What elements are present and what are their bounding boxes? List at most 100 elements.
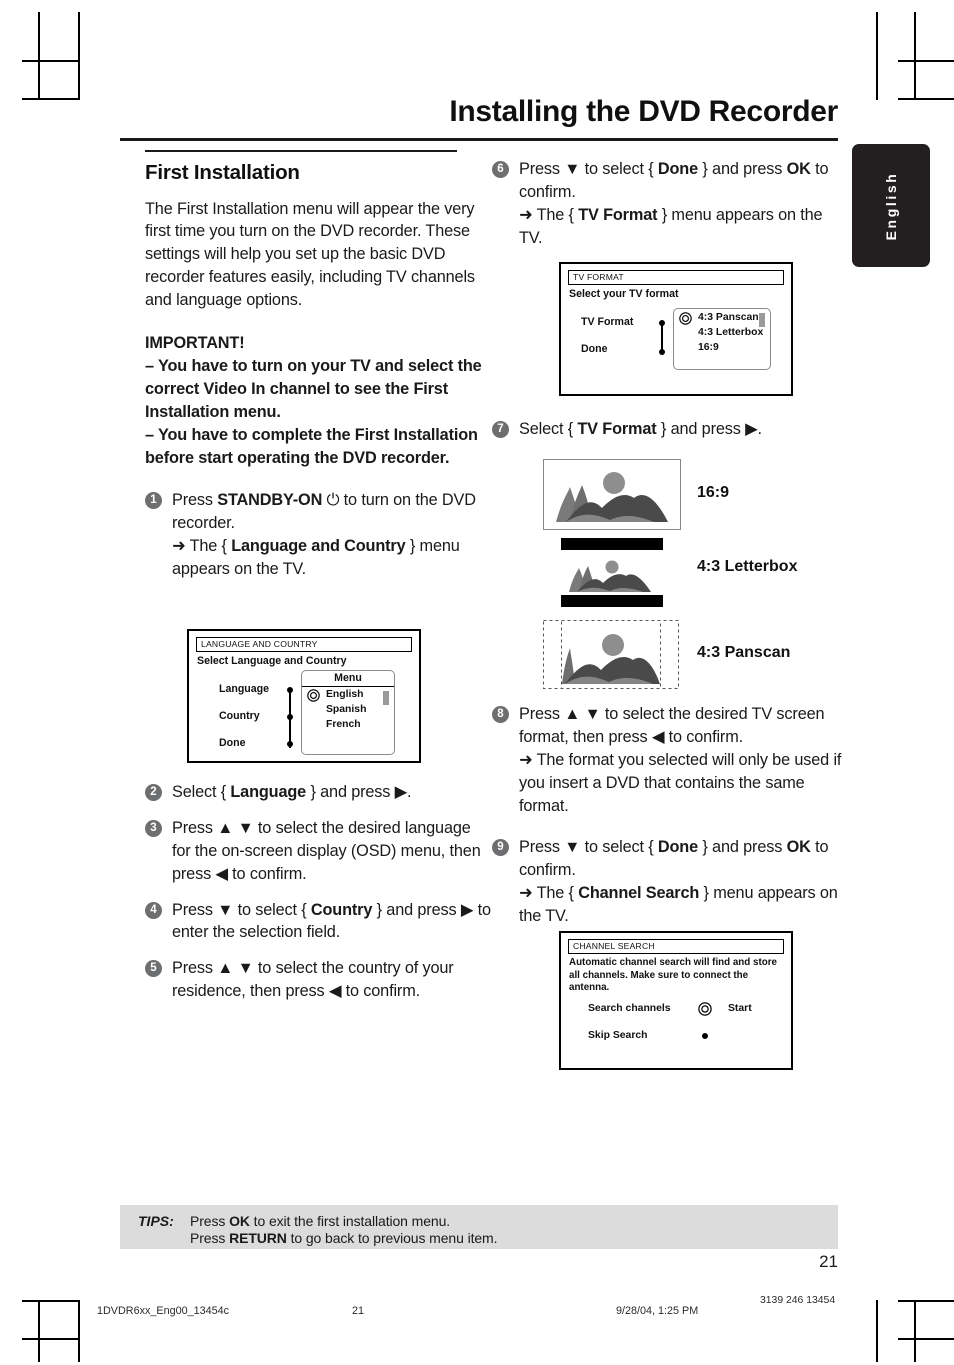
- osd-row-search-channels: Search channels: [588, 1003, 671, 1014]
- tv-format-label-widescreen: 16:9: [697, 484, 730, 501]
- osd-option-english: English: [302, 687, 394, 702]
- osd-option-spanish-label: Spanish: [326, 704, 367, 715]
- osd-row-search-channels-value: Start: [728, 1003, 752, 1014]
- osd-language-country-subtitle: Select Language and Country: [197, 655, 347, 667]
- step-1: 1 Press STANDBY-ON ⏻ to turn on the DVD …: [145, 489, 493, 581]
- print-footer-date: 9/28/04, 1:25 PM: [616, 1305, 699, 1317]
- step-5-text: Press ▲ ▼ to select the country of your …: [172, 959, 454, 1001]
- osd-tv-format-rows: TV Format Done: [581, 316, 633, 370]
- osd-option-panscan-label: 4:3 Panscan: [698, 312, 759, 323]
- important-note-2: – You have to complete the First Install…: [145, 425, 478, 467]
- tv-format-illustration-panscan: [543, 620, 679, 689]
- page-title: Installing the DVD Recorder: [449, 95, 838, 128]
- step-1-keyword: STANDBY-ON: [217, 491, 323, 510]
- step-6-keyword-2: OK: [786, 160, 811, 178]
- osd-row-language: Language: [219, 683, 270, 695]
- step-number-badge: 3: [145, 819, 162, 837]
- osd-option-letterbox: 4:3 Letterbox: [674, 325, 770, 340]
- right-column-steps-8-9: 8 Press ▲ ▼ to select the desired TV scr…: [492, 703, 844, 941]
- osd-row-skip-search: Skip Search: [588, 1030, 648, 1041]
- step-8: 8 Press ▲ ▼ to select the desired TV scr…: [492, 703, 844, 817]
- osd-tv-format-subtitle: Select your TV format: [569, 288, 679, 300]
- language-tab-label: English: [883, 171, 899, 240]
- osd-row-tv-format: TV Format: [581, 316, 634, 328]
- osd-bullet-done: [286, 741, 293, 747]
- step-7-text-pre: Select {: [519, 420, 578, 438]
- step-number-badge: 7: [492, 421, 509, 438]
- step-6: 6 Press ▼ to select { Done } and press O…: [492, 158, 844, 250]
- step-number-badge: 8: [492, 706, 509, 723]
- step-number-badge: 2: [145, 784, 162, 801]
- tv-format-illustration-widescreen: [543, 459, 681, 530]
- osd-row-done: Done: [219, 737, 246, 749]
- step-9-keyword: Done: [657, 838, 699, 857]
- osd-option-french-label: French: [326, 719, 361, 730]
- osd-option-english-label: English: [326, 689, 364, 700]
- step-9: 9 Press ▼ to select { Done } and press O…: [492, 836, 844, 928]
- osd-bullet-tv-format: [658, 320, 665, 326]
- osd-option-french: French: [302, 717, 394, 732]
- document-page: Installing the DVD Recorder English Firs…: [0, 0, 954, 1365]
- osd-scroll-thumb: [383, 691, 389, 705]
- tips-line-2: Press RETURN to go back to previous menu…: [190, 1230, 498, 1246]
- osd-option-169-label: 16:9: [698, 342, 719, 353]
- left-column-steps: 2 Select { Language } and press ▶. 3 Pre…: [145, 781, 493, 1016]
- step-8-text: Press ▲ ▼ to select the desired TV scree…: [519, 705, 825, 746]
- step-2: 2 Select { Language } and press ▶.: [145, 781, 493, 804]
- step-9-keyword-2: OK: [786, 838, 811, 857]
- selection-target-icon: [679, 312, 692, 325]
- step-2-keyword: Language: [230, 783, 307, 801]
- step-number-badge: 1: [145, 492, 162, 510]
- osd-channel-search-screen: CHANNEL SEARCH Automatic channel search …: [559, 931, 793, 1070]
- tips-line-1: Press OK to exit the first installation …: [190, 1213, 451, 1229]
- step-6-text-pre: Press ▼ to select {: [519, 160, 658, 178]
- important-note-1: – You have to turn on your TV and select…: [145, 356, 482, 421]
- osd-option-169: 16:9: [674, 340, 770, 355]
- step-number-badge: 5: [145, 960, 162, 978]
- step-3-text: Press ▲ ▼ to select the desired language…: [172, 818, 481, 883]
- selection-target-icon: [698, 1002, 712, 1016]
- intro-paragraph: The First Installation menu will appear …: [145, 199, 475, 310]
- tips-line-1-keyword: OK: [229, 1213, 250, 1229]
- osd-channel-search-title: CHANNEL SEARCH: [568, 939, 784, 954]
- step-8-result: The format you selected will only be use…: [519, 750, 842, 815]
- tips-line-2-keyword: RETURN: [229, 1230, 287, 1246]
- important-heading: IMPORTANT!: [145, 334, 245, 353]
- osd-bullet-skip-search: [702, 1033, 708, 1039]
- step-2-text-post: } and press ▶.: [306, 783, 412, 801]
- step-2-text-pre: Select {: [172, 783, 231, 801]
- step-7-keyword: TV Format: [577, 420, 657, 438]
- step-5: 5 Press ▲ ▼ to select the country of you…: [145, 957, 493, 1003]
- step-7: 7 Select { TV Format } and press ▶.: [492, 418, 844, 441]
- step-6-text-mid: } and press: [698, 160, 787, 178]
- step-1-result-keyword: Language and Country: [231, 537, 406, 556]
- step-7-text-post: } and press ▶.: [656, 420, 762, 438]
- osd-row-done: Done: [581, 343, 608, 355]
- osd-language-option-panel: Menu English Spanish French: [301, 670, 395, 755]
- step-4: 4 Press ▼ to select { Country } and pres…: [145, 899, 493, 945]
- osd-language-country-title: LANGUAGE AND COUNTRY: [196, 637, 412, 652]
- tv-format-illustration-letterbox: [561, 538, 663, 607]
- selection-target-icon: [307, 689, 320, 702]
- language-tab: English: [852, 144, 930, 267]
- left-column: First Installation The First Installatio…: [145, 150, 493, 594]
- title-divider: [120, 138, 838, 141]
- osd-option-panel-header: Menu: [302, 671, 394, 687]
- print-footer-page: 21: [352, 1305, 365, 1317]
- step-1-result-pre: The {: [189, 537, 232, 556]
- page-number: 21: [819, 1252, 838, 1271]
- right-column-step-7: 7 Select { TV Format } and press ▶.: [492, 418, 844, 454]
- osd-row-country: Country: [219, 710, 260, 722]
- osd-scroll-thumb: [759, 313, 765, 327]
- osd-option-spanish: Spanish: [302, 702, 394, 717]
- step-6-result-pre: The {: [536, 205, 579, 224]
- section-title: First Installation: [145, 160, 300, 184]
- osd-tv-format-title: TV FORMAT: [568, 270, 784, 285]
- step-4-text-pre: Press ▼ to select {: [172, 900, 311, 919]
- osd-channel-search-rows: Search channels Start Skip Search: [588, 1002, 752, 1057]
- tv-format-label-panscan: 4:3 Panscan: [697, 644, 791, 661]
- osd-option-letterbox-label: 4:3 Letterbox: [698, 327, 764, 338]
- print-footer-filename: 1DVDR6xx_Eng00_13454c: [97, 1305, 230, 1317]
- step-4-keyword: Country: [310, 900, 373, 919]
- right-column-step-6: 6 Press ▼ to select { Done } and press O…: [492, 158, 844, 263]
